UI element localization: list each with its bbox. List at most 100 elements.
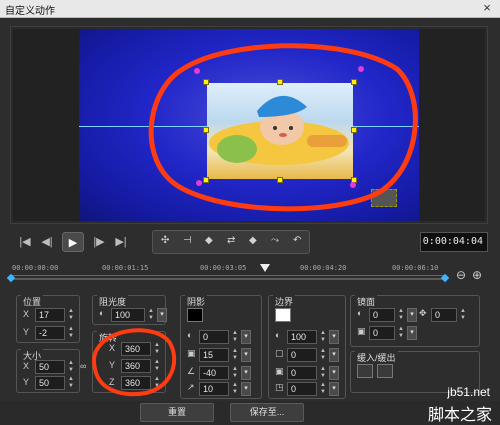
link-icon[interactable]: ∞ xyxy=(80,361,86,371)
shadow-angle-dropdown[interactable]: ▾ xyxy=(241,366,251,380)
size-y-label: Y xyxy=(23,377,30,387)
border-title: 边界 xyxy=(273,295,296,308)
border-corner-stepper[interactable]: ▲ ▼ xyxy=(319,382,327,396)
watermark-url: jb51.net xyxy=(447,385,490,399)
keyframe-toolbar: ✣ ⊣ ◆ ⇄ ◆ ⤳ ↶ xyxy=(152,230,310,254)
next-frame-button[interactable]: |▶ xyxy=(90,232,108,252)
shadow-angle-stepper[interactable]: ▲ ▼ xyxy=(231,366,239,380)
timecode-display[interactable]: 0:00:04:04 xyxy=(420,232,488,252)
mirror-opacity-icon: ◐ xyxy=(357,308,363,318)
go-start-button[interactable]: |◀ xyxy=(16,232,34,252)
border-blur-dropdown[interactable]: ▾ xyxy=(329,366,339,380)
border-blur-input[interactable]: 0 xyxy=(287,366,317,380)
mirror-opacity-input[interactable]: 0 xyxy=(369,308,395,322)
shadow-opacity-input[interactable]: 0 xyxy=(199,330,229,344)
border-color-swatch[interactable] xyxy=(275,308,291,322)
border-width-icon: ▢ xyxy=(275,348,284,358)
shadow-color-swatch[interactable] xyxy=(187,308,203,322)
preview-canvas[interactable] xyxy=(79,29,423,221)
position-y-label: Y xyxy=(23,327,30,337)
mirror-blur-stepper[interactable]: ▲ ▼ xyxy=(397,326,405,340)
border-group: 边界 ◐ 100 ▲ ▼ ▾ ▢ 0 ▲ ▼ ▾ ▣ 0 ▲ ▼ ▾ ◳ 0 ▲… xyxy=(268,295,346,399)
shadow-angle-icon: ∠ xyxy=(187,366,196,376)
shadow-distance-dropdown[interactable]: ▾ xyxy=(241,382,251,396)
opacity-input[interactable]: 100 xyxy=(111,308,145,322)
border-blur-icon: ▣ xyxy=(275,366,284,376)
position-title: 位置 xyxy=(21,295,44,308)
size-x-input[interactable]: 50 xyxy=(35,360,65,374)
border-corner-dropdown[interactable]: ▾ xyxy=(329,382,339,396)
shadow-distance-input[interactable]: 10 xyxy=(199,382,229,396)
fade-in-icon[interactable] xyxy=(357,364,373,378)
shadow-opacity-dropdown[interactable]: ▾ xyxy=(241,330,251,344)
prev-frame-button[interactable]: ◀| xyxy=(38,232,56,252)
annotation-circle-preview xyxy=(148,43,418,212)
size-x-stepper[interactable]: ▲ ▼ xyxy=(67,360,75,374)
swap-keyframe-icon[interactable]: ⇄ xyxy=(227,235,235,246)
zoom-out-icon[interactable]: ⊖ xyxy=(456,268,466,282)
border-width-dropdown[interactable]: ▾ xyxy=(329,348,339,362)
border-opacity-input[interactable]: 100 xyxy=(287,330,317,344)
mirror-offset-input[interactable]: 0 xyxy=(431,308,457,322)
mirror-blur-input[interactable]: 0 xyxy=(369,326,395,340)
border-opacity-icon: ◐ xyxy=(275,330,281,340)
tick-label: 00:00:00:00 xyxy=(12,264,59,272)
save-to-button[interactable]: 保存至... xyxy=(230,403,304,422)
shadow-blur-icon: ▣ xyxy=(187,348,196,358)
reset-keyframe-icon[interactable]: ↶ xyxy=(293,235,301,246)
border-corner-input[interactable]: 0 xyxy=(287,382,317,396)
position-y-input[interactable]: -2 xyxy=(35,326,65,340)
window-title: 自定义动作 xyxy=(5,6,55,17)
position-y-stepper[interactable]: ▲ ▼ xyxy=(67,326,75,340)
title-bar: 自定义动作 × xyxy=(0,0,500,18)
opacity-stepper[interactable]: ▲ ▼ xyxy=(147,308,155,322)
size-y-stepper[interactable]: ▲ ▼ xyxy=(67,376,75,390)
mirror-blur-dropdown[interactable]: ▾ xyxy=(407,326,417,340)
reverse-keyframe-icon[interactable]: ◆ xyxy=(205,235,213,246)
border-width-input[interactable]: 0 xyxy=(287,348,317,362)
remove-keyframe-icon[interactable]: ⊣ xyxy=(183,235,192,246)
keyframe-timeline[interactable]: 00:00:00:00 00:00:01:15 00:00:03:05 00:0… xyxy=(6,258,488,288)
shadow-blur-stepper[interactable]: ▲ ▼ xyxy=(231,348,239,362)
go-end-button[interactable]: ▶| xyxy=(112,232,130,252)
shadow-opacity-icon: ◐ xyxy=(187,330,193,340)
shadow-opacity-stepper[interactable]: ▲ ▼ xyxy=(231,330,239,344)
next-keyframe-icon[interactable]: ⤳ xyxy=(271,235,279,246)
time-ruler: 00:00:00:00 00:00:01:15 00:00:03:05 00:0… xyxy=(10,262,446,276)
shadow-angle-input[interactable]: -40 xyxy=(199,366,229,380)
tick-label: 00:00:03:05 xyxy=(200,264,247,272)
border-blur-stepper[interactable]: ▲ ▼ xyxy=(319,366,327,380)
opacity-dropdown[interactable]: ▾ xyxy=(157,308,167,322)
reset-button[interactable]: 重置 xyxy=(140,403,214,422)
play-button[interactable]: ▶ xyxy=(62,232,84,252)
position-x-stepper[interactable]: ▲ ▼ xyxy=(67,308,75,322)
fade-title: 缓入/缓出 xyxy=(355,351,398,364)
fade-out-icon[interactable] xyxy=(377,364,393,378)
preview-area xyxy=(10,26,488,224)
mirror-offset-stepper[interactable]: ▲ ▼ xyxy=(459,308,467,322)
mirror-blur-icon: ▣ xyxy=(357,326,366,336)
mirror-opacity-stepper[interactable]: ▲ ▼ xyxy=(397,308,405,322)
mirror-opacity-dropdown[interactable]: ▾ xyxy=(407,308,417,322)
shadow-distance-stepper[interactable]: ▲ ▼ xyxy=(231,382,239,396)
site-watermark: jb51.net 脚本之家 xyxy=(394,385,494,425)
add-keyframe-icon[interactable]: ✣ xyxy=(161,235,169,246)
keyframe-marker[interactable] xyxy=(440,273,450,283)
size-y-input[interactable]: 50 xyxy=(35,376,65,390)
prev-keyframe-icon[interactable]: ◆ xyxy=(249,235,257,246)
close-button[interactable]: × xyxy=(480,1,494,15)
border-opacity-dropdown[interactable]: ▾ xyxy=(329,330,339,344)
border-width-stepper[interactable]: ▲ ▼ xyxy=(319,348,327,362)
tick-label: 00:00:01:15 xyxy=(102,264,149,272)
keyframe-track[interactable] xyxy=(10,278,446,280)
zoom-in-icon[interactable]: ⊕ xyxy=(472,268,482,282)
position-x-input[interactable]: 17 xyxy=(35,308,65,322)
opacity-title: 阻光度 xyxy=(97,295,129,308)
mirror-move-icon: ✥ xyxy=(419,308,427,318)
border-opacity-stepper[interactable]: ▲ ▼ xyxy=(319,330,327,344)
shadow-blur-input[interactable]: 15 xyxy=(199,348,229,362)
size-x-label: X xyxy=(23,361,30,371)
shadow-blur-dropdown[interactable]: ▾ xyxy=(241,348,251,362)
shadow-group: 阴影 ◐ 0 ▲ ▼ ▾ ▣ 15 ▲ ▼ ▾ ∠ -40 ▲ ▼ ▾ ↗ 10… xyxy=(180,295,262,399)
playhead[interactable] xyxy=(260,264,270,272)
